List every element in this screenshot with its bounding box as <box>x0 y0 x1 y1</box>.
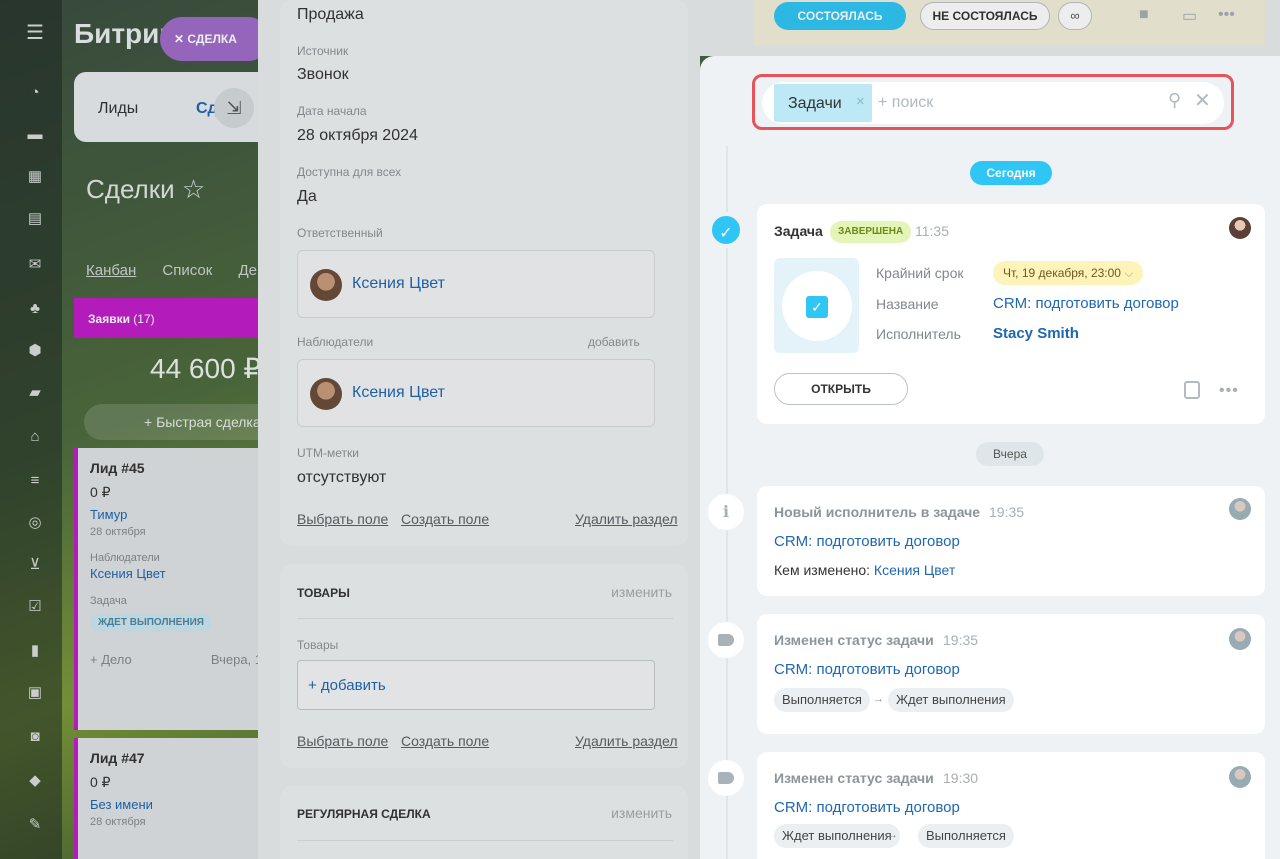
task-card-time: 11:35 <box>915 223 949 239</box>
search-icon[interactable]: ⚲ <box>1168 90 1181 111</box>
assignee-label: Исполнитель <box>876 326 961 342</box>
assignee-link[interactable]: Stacy Smith <box>993 325 1079 342</box>
name-label: Название <box>876 296 939 312</box>
avatar[interactable] <box>1229 498 1251 520</box>
clear-icon[interactable]: ✕ <box>1194 88 1211 113</box>
tag-icon <box>708 760 744 796</box>
changed-by-link[interactable]: Ксения Цвет <box>874 562 955 578</box>
event-time: 19:35 <box>989 504 1025 520</box>
timeline-search[interactable]: Задачи × + поиск ⚲ ✕ <box>762 82 1224 124</box>
arrow-icon: → <box>873 693 884 705</box>
task-tile: ✓ <box>774 258 859 353</box>
deadline-value[interactable]: Чт, 19 декабря, 23:00 ⌵ <box>993 261 1144 285</box>
timeline-panel: Задачи × + поиск ⚲ ✕ Сегодня ✓ Задача ЗА… <box>700 56 1280 859</box>
close-icon[interactable]: × <box>856 93 865 110</box>
avatar[interactable] <box>1229 766 1251 788</box>
task-name-link[interactable]: CRM: подготовить договор <box>993 295 1179 312</box>
event-title: Изменен статус задачи <box>774 770 934 786</box>
task-card-title: Задача <box>774 223 823 239</box>
filter-chip-tasks[interactable]: Задачи × <box>774 84 872 122</box>
info-icon: i <box>708 494 744 530</box>
tag-icon <box>708 622 744 658</box>
event-task-link[interactable]: CRM: подготовить договор <box>774 533 960 550</box>
status-from: Ждет выполнения <box>774 824 900 848</box>
timeline-event: Изменен статус задачи 19:35 CRM: подгото… <box>757 614 1265 734</box>
event-time: 19:35 <box>943 632 979 648</box>
event-time: 19:30 <box>943 770 979 786</box>
task-tile-circle: ✓ <box>782 271 852 341</box>
chevron-down-icon: ⌵ <box>1124 266 1134 280</box>
event-title: Новый исполнитель в задаче <box>774 504 981 520</box>
timeline-event: Изменен статус задачи 19:30 CRM: подгото… <box>757 752 1265 859</box>
status-to: Выполняется <box>918 824 1014 848</box>
avatar[interactable] <box>1229 217 1251 239</box>
day-separator-yesterday: Вчера <box>976 442 1044 466</box>
deadline-label: Крайний срок <box>876 265 964 281</box>
arrow-icon: → <box>887 829 898 841</box>
avatar[interactable] <box>1229 628 1251 650</box>
event-changed-by: Кем изменено: Ксения Цвет <box>774 562 956 578</box>
status-to: Ждет выполнения <box>888 688 1014 712</box>
filter-chip-label: Задачи <box>788 95 842 112</box>
status-from: Выполняется <box>774 688 870 712</box>
event-task-link[interactable]: CRM: подготовить договор <box>774 661 960 678</box>
more-icon[interactable]: ••• <box>1219 382 1239 400</box>
open-task-button[interactable]: ОТКРЫТЬ <box>774 373 908 405</box>
event-task-link[interactable]: CRM: подготовить договор <box>774 799 960 816</box>
note-icon[interactable] <box>1184 381 1200 399</box>
search-input[interactable]: + поиск <box>878 94 933 112</box>
day-separator-today: Сегодня <box>970 161 1052 185</box>
event-title: Изменен статус задачи <box>774 632 934 648</box>
task-card: Задача ЗАВЕРШЕНА 11:35 ✓ Крайний срок Чт… <box>757 204 1265 424</box>
task-icon: ✓ <box>708 212 744 248</box>
status-badge: ЗАВЕРШЕНА <box>830 221 912 243</box>
timeline-event: Новый исполнитель в задаче 19:35 CRM: по… <box>757 486 1265 596</box>
task-checkbox-icon: ✓ <box>806 296 828 318</box>
